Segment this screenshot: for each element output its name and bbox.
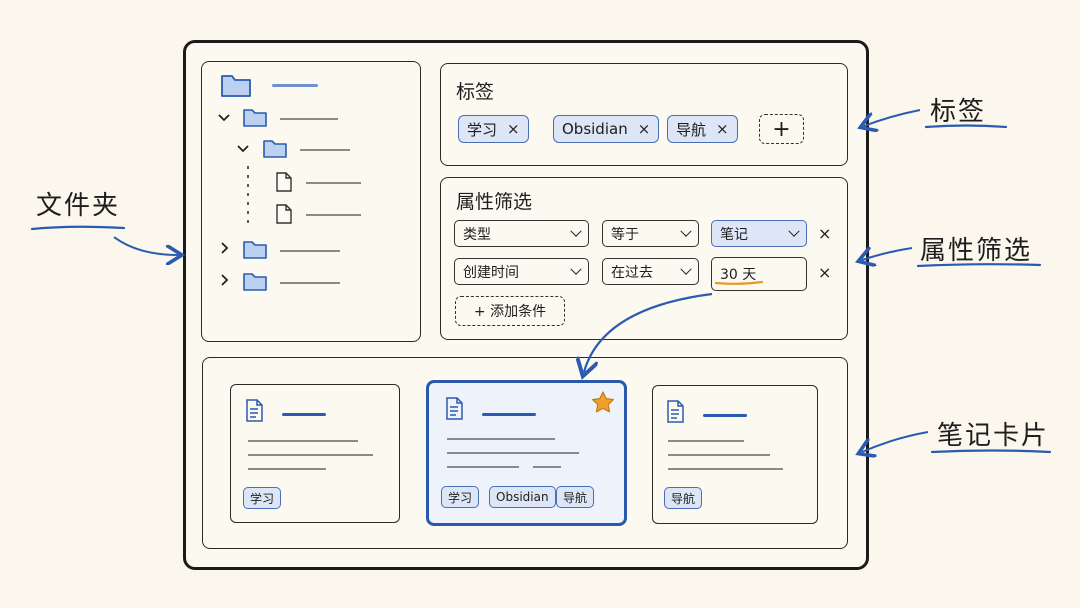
underline-folder <box>30 225 126 231</box>
underline-tags <box>924 124 1008 129</box>
arrow-to-tags <box>864 109 921 126</box>
arrow-to-filter <box>862 248 913 260</box>
arrow-to-cards <box>862 431 929 452</box>
underline-filter <box>916 263 1042 268</box>
annotation-arrows <box>30 109 1052 608</box>
arrow-to-folder <box>113 236 178 255</box>
underline-cards <box>930 449 1052 454</box>
arrow-filter-to-card <box>584 292 713 372</box>
